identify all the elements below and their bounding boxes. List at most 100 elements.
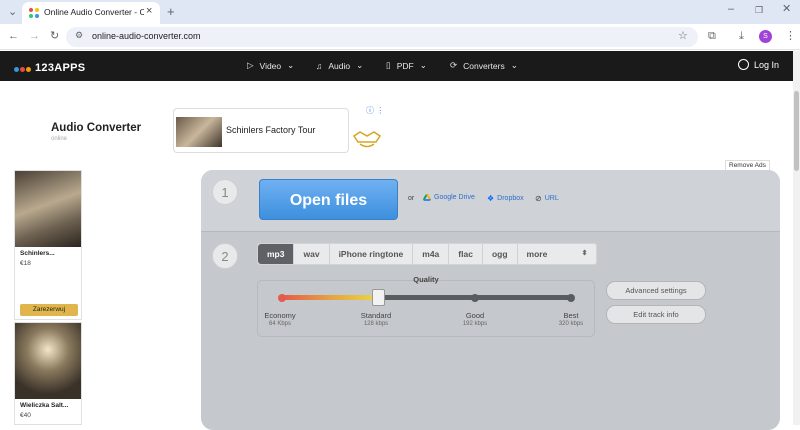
google-drive-label: Google Drive [434,194,475,201]
browser-toolbar: ← → ↻ ⚙ online-audio-converter.com ☆ ⧉ ⤓… [0,24,800,50]
quality-kbps-economy: 64 Kbps [268,321,292,327]
download-icon[interactable]: ⤓ [739,31,744,42]
quality-label-standard: Standard [360,311,392,320]
convert-icon: ⟳ [450,60,458,70]
side-ad-image [15,171,81,247]
close-window-icon[interactable]: ✕ [782,4,791,15]
quality-label-best: Best [563,311,579,320]
address-bar[interactable]: ⚙ online-audio-converter.com ☆ [66,27,698,47]
site-favicon-icon [29,8,39,18]
tab-title: Online Audio Converter - Conv [44,7,144,17]
quality-tick[interactable] [471,294,479,302]
format-tab-flac[interactable]: flac [449,244,483,264]
nav-converters[interactable]: ⟳ Converters ⌄ [450,60,518,71]
side-ad-name: Wieliczka Salt... [20,402,69,409]
quality-slider-track[interactable] [282,295,572,300]
edit-track-info-button[interactable]: Edit track info [606,305,706,324]
quality-tick[interactable] [278,294,286,302]
reload-icon[interactable]: ↻ [50,31,59,42]
nav-pdf-label: PDF [396,60,414,71]
site-header: 123APPS ▷ Video ⌄ ♫ Audio ⌄ ▯ PDF ⌄ ⟳ Co… [0,51,793,81]
extensions-icon[interactable]: ⧉ [708,31,716,42]
updown-arrow-icon: ⬍ [581,250,588,257]
restore-icon[interactable]: ❐ [755,6,763,15]
forward-icon[interactable]: → [29,31,40,42]
quality-box [257,280,595,337]
profile-avatar[interactable]: S [759,30,772,43]
chevron-down-icon: ⌄ [419,60,427,70]
side-ad-price: €40 [20,412,31,419]
step-1-section: 1 Open files or Google Drive ❖ Dropbox ⊘… [201,170,780,232]
banner-ad[interactable]: Schinlers Factory Tour [173,108,349,153]
login-label: Log In [753,59,779,70]
quality-title: Quality [413,275,439,284]
nav-audio-label: Audio [328,60,351,71]
nav-video[interactable]: ▷ Video ⌄ [247,60,294,71]
nav-pdf[interactable]: ▯ PDF ⌄ [386,60,427,71]
quality-label-good: Good [465,311,485,320]
or-text: or [408,195,415,202]
browser-menu-icon[interactable]: ⋮ [785,31,796,42]
step-number: 1 [212,179,238,205]
format-tab-wav[interactable]: wav [294,244,330,264]
nav-video-label: Video [259,60,282,71]
url-link[interactable]: ⊘ URL [535,194,559,203]
music-note-icon: ♫ [316,60,323,71]
link-icon: ⊘ [535,194,542,203]
page-scrollbar[interactable] [793,51,800,425]
logo-text: 123APPS [35,62,86,74]
site-info-icon[interactable]: ⚙ [75,31,83,40]
format-more-label: more [526,249,548,259]
dropbox-icon: ❖ [487,194,495,203]
ad-info-icon[interactable]: ⓘ ⋮ [366,105,384,116]
format-tab-mp3[interactable]: mp3 [258,244,295,264]
quality-label-economy: Economy [264,311,296,320]
chevron-down-icon: ⌄ [356,60,364,70]
page-title: Audio Converter [51,122,142,134]
google-drive-link[interactable]: Google Drive [423,194,475,201]
minimize-icon[interactable]: – [728,4,734,15]
ad-brand-logo-icon [352,131,382,148]
login-button[interactable]: Log In [737,59,779,70]
format-tabs: mp3 wav iPhone ringtone m4a flac ogg mor… [257,243,597,265]
new-tab-icon[interactable]: + [167,5,175,18]
page-subtitle: online [51,136,68,142]
format-tab-m4a[interactable]: m4a [413,244,450,264]
bookmark-star-icon[interactable]: ☆ [678,31,688,42]
format-tab-iphone-ringtone[interactable]: iPhone ringtone [330,244,414,264]
side-ad-card[interactable]: Wieliczka Salt... €40 [14,322,82,425]
dropbox-label: Dropbox [497,195,524,202]
advanced-settings-button[interactable]: Advanced settings [606,281,706,300]
site-logo[interactable]: 123APPS [14,59,85,77]
user-icon [737,59,749,70]
close-tab-icon[interactable]: × [146,5,152,17]
document-icon: ▯ [386,60,391,70]
logo-dots-icon [14,59,32,77]
step-number: 2 [212,243,238,269]
book-button[interactable]: Zarezerwuj [20,304,78,316]
tab-search-icon[interactable]: ⌄ [8,7,17,18]
chevron-down-icon: ⌄ [287,60,295,70]
scrollbar-thumb[interactable] [794,91,799,171]
banner-ad-text: Schinlers Factory Tour [226,125,316,135]
quality-slider-handle[interactable] [371,289,385,306]
url-text: online-audio-converter.com [92,31,201,41]
open-files-button[interactable]: Open files [259,179,398,220]
quality-kbps-standard: 128 kbps [363,321,389,327]
side-ad-image [15,323,81,399]
side-ad-card[interactable]: Schinlers... €18 Zarezerwuj [14,170,82,320]
side-ad-name: Schinlers... [20,250,55,257]
banner-ad-image [176,117,222,147]
dropbox-link[interactable]: ❖ Dropbox [487,194,524,203]
url-label: URL [544,195,559,202]
nav-audio[interactable]: ♫ Audio ⌄ [316,60,363,71]
nav-converters-label: Converters [463,60,505,71]
google-drive-icon [423,194,431,201]
format-more-select[interactable]: more ⬍ [518,244,596,264]
converter-panel: 1 Open files or Google Drive ❖ Dropbox ⊘… [201,170,780,430]
quality-tick[interactable] [567,294,575,302]
video-icon: ▷ [247,60,254,70]
back-icon[interactable]: ← [8,31,19,42]
format-tab-ogg[interactable]: ogg [483,244,518,264]
browser-tab[interactable]: Online Audio Converter - Conv × [22,2,160,24]
